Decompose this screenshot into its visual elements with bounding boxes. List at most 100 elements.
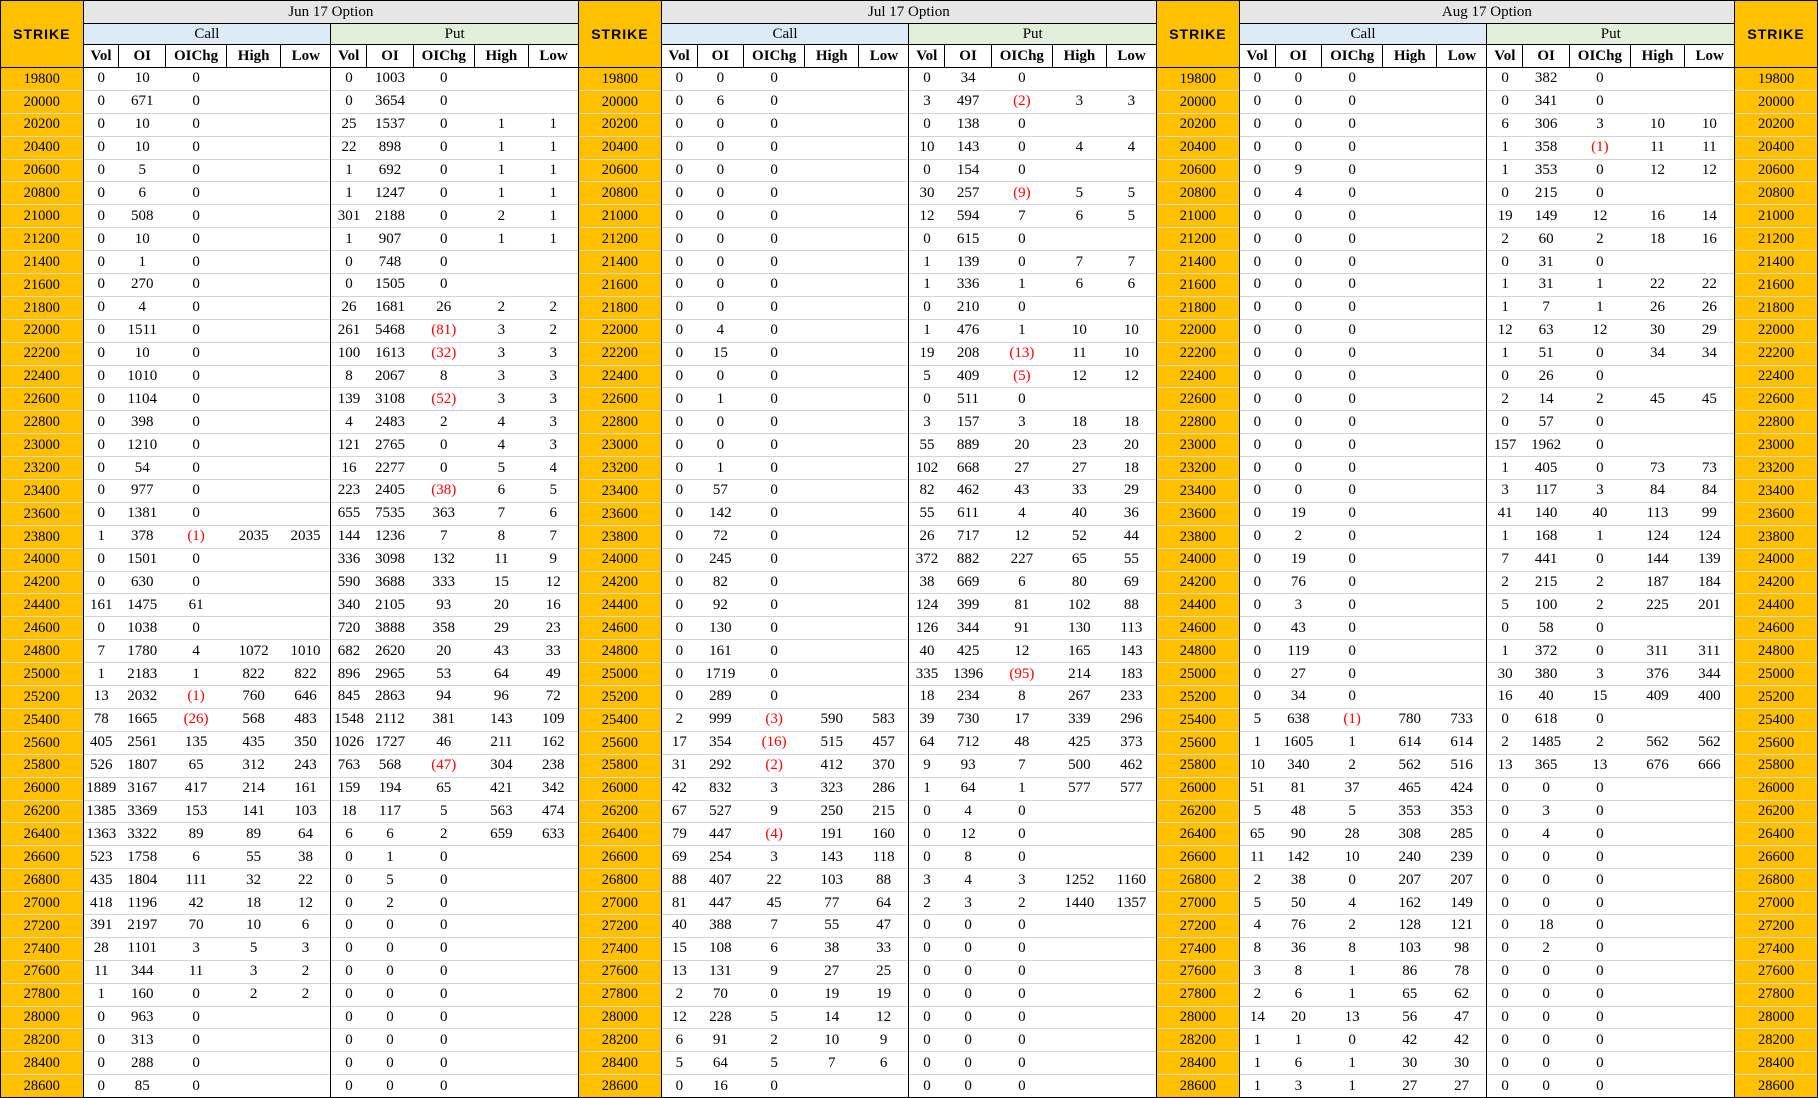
table-row: 22800 0 398 0 4 2483 2 4 3 22800 0 0 0 3 157 3 18 18 22800… — [0, 410, 1818, 434]
call-low-cell — [858, 548, 910, 572]
put-oichg-cell: 2 — [440, 413, 448, 430]
call-oi-cell: 3167 — [127, 780, 158, 797]
call-high-cell: 3 — [249, 963, 258, 980]
strike-cell: 27400 — [1156, 937, 1240, 961]
call-oi-cell: 142 — [709, 505, 732, 522]
put-low-cell: 29 — [1106, 479, 1158, 503]
option-chain-sheet: STRIKE Jun 17 Option STRIKE Jul 17 Option ST… — [0, 0, 1818, 1098]
call-oichg-cell: 0 — [192, 459, 200, 476]
strike-cell: 27000 — [0, 891, 84, 915]
put-oichg-cell: 0 — [440, 230, 448, 247]
put-oichg-cell: 0 — [1596, 642, 1604, 659]
call-vol-cell: 1 — [1253, 734, 1262, 751]
put-oichg-cell: 0 — [440, 436, 448, 453]
table-row: 26200 1385 3369 153 141 103 18 117 5 563 474 26200 6… — [0, 800, 1818, 823]
put-high-cell — [1052, 1074, 1107, 1098]
put-vol-cell: 1 — [1501, 162, 1509, 178]
strike-cell: 26800 — [0, 868, 84, 892]
put-vol-cell: 0 — [1501, 184, 1509, 201]
call-vol-cell: 0 — [97, 1008, 106, 1025]
put-high-cell — [1052, 1006, 1106, 1029]
put-oi-cell: 409 — [956, 368, 980, 385]
call-high-cell: 780 — [1398, 711, 1422, 728]
call-oi-cell: 245 — [709, 551, 732, 568]
put-high-cell — [474, 1074, 529, 1098]
put-oichg-cell: 48 — [1014, 734, 1030, 751]
put-low-cell — [1684, 937, 1736, 961]
put-low-cell — [1684, 433, 1736, 457]
put-high-cell — [474, 68, 528, 91]
put-vol-cell: 0 — [1501, 93, 1509, 110]
call-oi-cell: 6 — [1294, 1054, 1303, 1071]
call-oichg-cell: 0 — [1348, 345, 1356, 362]
put-oichg-cell: 0 — [1018, 825, 1026, 842]
call-oi-cell: 161 — [709, 642, 732, 659]
call-vol-cell: 0 — [1253, 207, 1262, 224]
put-oi-cell: 353 — [1534, 162, 1558, 178]
call-oi-cell: 1 — [1294, 1031, 1303, 1048]
strike-cell: 23000 — [1156, 433, 1240, 457]
column-header-vol: Vol — [82, 44, 120, 68]
put-vol-cell: 1 — [923, 322, 931, 339]
call-vol-cell: 0 — [1253, 276, 1262, 293]
put-low-cell: 462 — [1106, 754, 1158, 778]
call-oi-cell: 630 — [131, 574, 154, 591]
put-oi-cell: 372 — [1534, 642, 1558, 659]
call-vol-cell: 0 — [675, 551, 684, 568]
strike-cell: 22200 — [578, 342, 662, 366]
call-oichg-cell: 11 — [188, 963, 204, 980]
call-oi-cell: 0 — [716, 162, 725, 178]
put-high-cell: 1 — [497, 139, 506, 156]
call-oichg-cell: 37 — [1344, 780, 1360, 797]
strike-cell: 21600 — [1156, 273, 1240, 297]
put-oichg-cell: 0 — [440, 276, 448, 293]
put-low-cell: 10 — [1684, 113, 1736, 137]
call-high-cell — [1383, 640, 1437, 663]
call-vol-cell: 418 — [90, 894, 113, 911]
table-row: 28000 0 963 0 0 0 0 28000 12 228 5 14 12 0 0 0 28000 14 20… — [0, 1006, 1818, 1029]
put-vol-cell: 1 — [1501, 139, 1509, 156]
strike-cell: 24800 — [1734, 639, 1818, 663]
strike-cell: 20400 — [578, 136, 662, 160]
put-low-cell: 5 — [528, 479, 580, 503]
call-high-cell — [805, 525, 859, 548]
put-high-cell: 1 — [497, 184, 506, 201]
call-oichg-cell: 0 — [192, 505, 200, 522]
put-vol-cell: 0 — [345, 871, 353, 888]
table-row: 23800 1 378 (1) 2035 2035 144 1236 7 8 7 23800 0 72 0 2… — [0, 525, 1818, 549]
call-vol-cell: 0 — [675, 207, 684, 224]
put-high-cell: 4 — [1075, 139, 1084, 156]
put-high-cell — [1630, 708, 1684, 731]
call-vol-cell: 0 — [97, 322, 106, 339]
put-oichg-cell: 0 — [440, 139, 448, 156]
call-high-cell — [226, 411, 280, 434]
strike-cell: 25200 — [1734, 685, 1818, 709]
put-oichg-cell: (95) — [1009, 665, 1035, 682]
table-row: 28200 0 313 0 0 0 0 28200 6 91 2 10 9 0 0 0 28200 1 1 0 42 42… — [0, 1028, 1818, 1052]
put-oi-cell: 6 — [386, 825, 394, 842]
put-high-cell: 11 — [494, 551, 509, 568]
strike-cell: 20400 — [1734, 136, 1818, 160]
put-oi-cell: 64 — [960, 780, 976, 797]
strike-cell: 28600 — [1734, 1074, 1818, 1098]
call-high-cell: 568 — [242, 711, 265, 728]
call-vol-cell: 0 — [675, 642, 684, 659]
put-low-cell — [1684, 365, 1736, 388]
call-high-cell — [226, 68, 280, 91]
call-vol-cell: 0 — [1253, 642, 1262, 659]
call-low-cell — [1436, 296, 1488, 320]
put-vol-cell: 0 — [923, 940, 931, 957]
call-vol-cell: 31 — [671, 757, 687, 774]
put-high-cell — [1052, 914, 1106, 937]
strike-cell: 25000 — [1156, 662, 1240, 686]
call-vol-cell: 0 — [675, 688, 684, 705]
put-vol-cell: 0 — [923, 390, 931, 407]
put-oichg-cell: 0 — [1596, 894, 1604, 911]
call-vol-cell: 14 — [1249, 1008, 1265, 1025]
put-oi-cell: 0 — [964, 1054, 972, 1071]
call-oi-cell: 15 — [712, 345, 728, 362]
call-low-cell — [858, 250, 910, 274]
call-high-cell — [1383, 68, 1437, 91]
call-vol-cell: 523 — [90, 848, 113, 865]
put-oi-cell: 0 — [1542, 1054, 1550, 1071]
